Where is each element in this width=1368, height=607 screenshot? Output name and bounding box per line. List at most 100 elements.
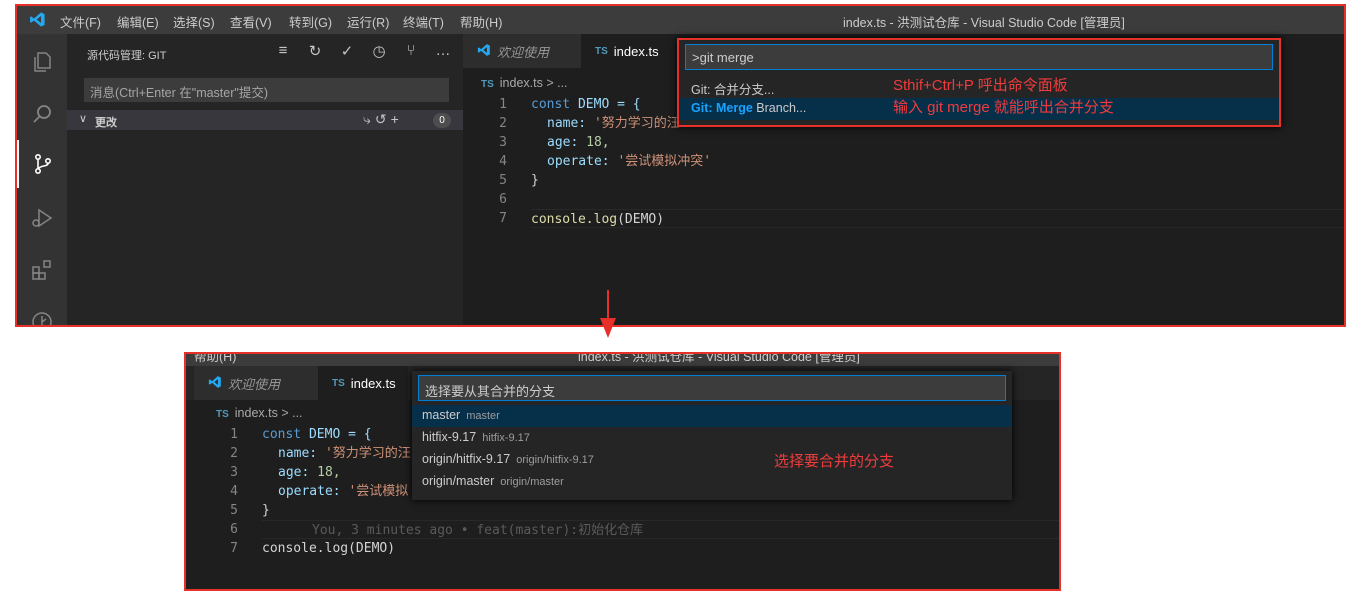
tab-welcome[interactable]: 欢迎使用 xyxy=(463,34,581,68)
menu-goto[interactable]: 转到(G) xyxy=(289,12,332,31)
code-key: name: xyxy=(278,446,318,461)
branch-desc: hitfix-9.17 xyxy=(482,432,530,444)
code-text: DEMO = { xyxy=(301,427,372,442)
code-line-4[interactable]: operate: '尝试模拟冲突' xyxy=(547,152,711,171)
code-number: 18, xyxy=(309,465,341,480)
tab-index-ts[interactable]: TS index.ts xyxy=(318,366,408,400)
branch-compare-icon[interactable]: ⑂ xyxy=(395,42,427,60)
line-number: 1 xyxy=(499,97,507,112)
tab-label: 欢迎使用 xyxy=(228,376,281,392)
code-key: operate: xyxy=(547,154,610,169)
tab-welcome[interactable]: 欢迎使用 xyxy=(194,366,318,400)
commit-message-input[interactable]: 消息(Ctrl+Enter 在"master"提交) xyxy=(84,78,449,102)
annotation-shortcut: Sthif+Ctrl+P 呼出命令面板 xyxy=(893,77,1068,94)
code-line-2[interactable]: name: '努力学习的汪 xyxy=(278,444,411,463)
window-title: index.ts - 洪测试仓库 - Visual Studio Code [管… xyxy=(843,16,1125,30)
line-number: 6 xyxy=(499,192,507,207)
git-graph-icon[interactable] xyxy=(17,298,67,325)
line-number: 2 xyxy=(230,446,238,461)
tab-label: index.ts xyxy=(613,43,659,59)
breadcrumb[interactable]: TS index.ts > ... xyxy=(216,406,303,420)
branch-picker: 选择要从其合并的分支 master master hitfix-9.17 hitfi… xyxy=(412,371,1012,500)
line-number: 6 xyxy=(230,522,238,537)
code-line-3[interactable]: age: 18, xyxy=(547,133,610,152)
branch-picker-input[interactable]: 选择要从其合并的分支 xyxy=(418,375,1006,401)
keyword: const xyxy=(531,97,571,112)
branch-name: hitfix-9.17 xyxy=(422,430,477,444)
vscode-logo-icon xyxy=(208,375,222,392)
code-line-2[interactable]: name: '努力学习的汪 xyxy=(547,114,680,133)
menu-edit[interactable]: 编辑(E) xyxy=(117,12,159,31)
menu-terminal[interactable]: 终端(T) xyxy=(403,12,444,31)
code-key: age: xyxy=(278,465,310,480)
annotation-git-merge: 输入 git merge 就能呼出合并分支 xyxy=(893,99,1114,116)
view-as-list-icon[interactable]: ≡ xyxy=(267,42,299,60)
scm-toolbar: ≡ ↻ ✓ ◷ ⑂ … xyxy=(267,42,459,60)
changes-actions[interactable]: ⤷↺+ xyxy=(363,111,403,128)
explorer-icon[interactable] xyxy=(17,38,67,86)
branch-desc: origin/master xyxy=(500,476,564,488)
code-line-5[interactable]: } xyxy=(262,501,270,520)
command-palette-input[interactable]: >git merge xyxy=(685,44,1273,70)
breadcrumb[interactable]: TS index.ts > ... xyxy=(481,76,568,90)
line-number: 1 xyxy=(230,427,238,442)
keyword: const xyxy=(262,427,302,442)
tab-index-ts[interactable]: TS index.ts xyxy=(581,34,671,68)
menu-file[interactable]: 文件(F) xyxy=(60,12,101,31)
code-text: (DEMO) xyxy=(617,212,665,227)
run-debug-icon[interactable] xyxy=(17,194,67,242)
line-number: 4 xyxy=(499,154,507,169)
branch-name: master xyxy=(422,408,461,422)
menu-selection[interactable]: 选择(S) xyxy=(173,12,215,31)
commit-check-icon[interactable]: ✓ xyxy=(331,42,363,60)
code-line-1[interactable]: const DEMO = { xyxy=(262,425,372,444)
branch-item[interactable]: hitfix-9.17 hitfix-9.17 xyxy=(412,427,1012,449)
window-title: index.ts - 洪测试仓库 - Visual Studio Code [管… xyxy=(578,354,860,364)
title-bar: 帮助(H) index.ts - 洪测试仓库 - Visual Studio C… xyxy=(186,354,1059,366)
history-icon[interactable]: ◷ xyxy=(363,42,395,60)
typescript-icon: TS xyxy=(216,409,229,420)
more-actions-icon[interactable]: … xyxy=(427,42,459,60)
git-blame-annotation: You, 3 minutes ago • feat(master):初始化仓库 xyxy=(312,523,644,538)
refresh-icon[interactable]: ↻ xyxy=(299,42,331,60)
bottom-screenshot-panel: 帮助(H) index.ts - 洪测试仓库 - Visual Studio C… xyxy=(184,352,1061,591)
line-number: 5 xyxy=(499,173,507,188)
code-string: '尝试模拟 xyxy=(340,484,409,499)
changes-count-badge: 0 xyxy=(433,113,451,128)
code-line-7[interactable]: console.log(DEMO) xyxy=(262,539,395,558)
branch-item[interactable]: origin/master origin/master xyxy=(412,471,1012,493)
typescript-icon: TS xyxy=(595,45,608,57)
breadcrumb-text: index.ts > ... xyxy=(234,406,303,420)
menu-help[interactable]: 帮助(H) xyxy=(460,12,502,31)
chevron-down-icon[interactable]: ∨ xyxy=(79,112,87,125)
menu-view[interactable]: 查看(V) xyxy=(230,12,272,31)
match-highlight: Git: Merge xyxy=(691,101,753,115)
menu-run[interactable]: 运行(R) xyxy=(347,12,389,31)
code-key: operate: xyxy=(278,484,341,499)
vscode-logo-icon xyxy=(29,11,46,31)
code-line-5[interactable]: } xyxy=(531,171,539,190)
menu-help[interactable]: 帮助(H) xyxy=(194,354,236,365)
code-function: console.log xyxy=(531,212,618,227)
changes-label: 更改 xyxy=(95,117,117,129)
breadcrumb-text: index.ts > ... xyxy=(499,76,568,90)
top-screenshot-panel: 文件(F) 编辑(E) 选择(S) 查看(V) 转到(G) 运行(R) 终端(T… xyxy=(15,4,1346,327)
code-line-3[interactable]: age: 18, xyxy=(278,463,341,482)
line-number: 4 xyxy=(230,484,238,499)
tab-bar: 欢迎使用 TS index.ts xyxy=(463,34,671,68)
code-line-1[interactable]: const DEMO = { xyxy=(531,95,641,114)
code-number: 18, xyxy=(578,135,610,150)
code-line-6[interactable]: You, 3 minutes ago • feat(master):初始化仓库 xyxy=(262,520,1059,539)
annotation-arrow-line xyxy=(607,290,609,320)
branch-item[interactable]: origin/hitfix-9.17 origin/hitfix-9.17 xyxy=(412,449,1012,471)
command-palette: >git merge Git: 合并分支... Git: Merge Branc… xyxy=(677,38,1281,127)
code-string: '尝试模拟冲突' xyxy=(609,154,712,169)
branch-item[interactable]: master master xyxy=(412,405,1012,427)
changes-section-header[interactable]: ∨ 更改 ⤷↺+ 0 xyxy=(67,110,463,130)
search-icon[interactable] xyxy=(17,90,67,138)
source-control-icon[interactable] xyxy=(17,140,67,188)
line-number: 7 xyxy=(230,541,238,556)
code-line-7[interactable]: console.log(DEMO) xyxy=(531,209,1344,228)
code-line-4[interactable]: operate: '尝试模拟 xyxy=(278,482,408,501)
extensions-icon[interactable] xyxy=(17,246,67,294)
